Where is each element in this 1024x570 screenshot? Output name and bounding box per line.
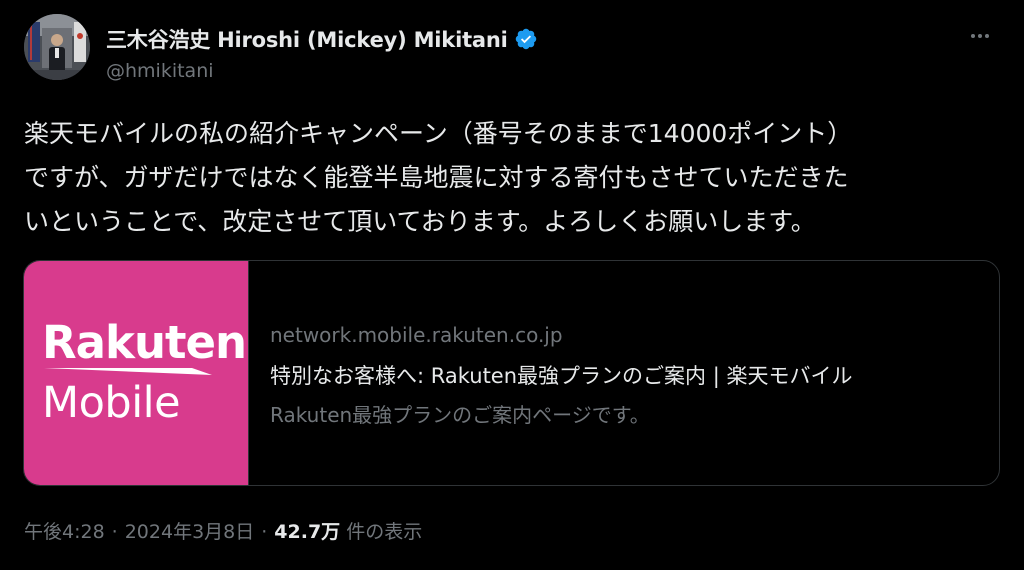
tweet-text: 楽天モバイルの私の紹介キャンペーン（番号そのままで14000ポイント） ですが、… <box>24 112 1004 244</box>
more-options-icon[interactable] <box>960 20 1000 52</box>
tweet-text-line: いということで、改定させて頂いております。よろしくお願いします。 <box>24 207 816 236</box>
author-name-row[interactable]: 三木谷浩史 Hiroshi (Mickey) Mikitani <box>106 24 538 54</box>
rakuten-logo-text: Rakuten <box>42 316 247 369</box>
author-display-name[interactable]: 三木谷浩史 Hiroshi (Mickey) Mikitani <box>106 24 508 54</box>
tweet-time-link[interactable]: 午後4:28 <box>24 517 105 544</box>
verified-badge-icon[interactable] <box>514 27 538 51</box>
meta-separator: · <box>261 521 268 543</box>
view-count[interactable]: 42.7万 <box>274 517 340 544</box>
card-title[interactable]: 特別なお客様へ: Rakuten最強プランのご案内 | 楽天モバイル <box>270 360 852 390</box>
tweet-date-link[interactable]: 2024年3月8日 <box>125 517 255 544</box>
link-card[interactable]: Rakuten Mobile network.mobile.rakuten.co… <box>23 260 1000 486</box>
avatar[interactable] <box>24 14 90 80</box>
card-thumbnail[interactable]: Rakuten Mobile <box>24 261 249 485</box>
tweet-text-line: ですが、ガザだけではなく能登半島地震に対する寄付もさせていただきた <box>24 163 849 192</box>
mobile-logo-text: Mobile <box>42 378 181 428</box>
tweet: 三木谷浩史 Hiroshi (Mickey) Mikitani @hmikita… <box>0 0 1024 570</box>
view-count-label: 件の表示 <box>346 521 423 543</box>
meta-separator: · <box>111 521 118 543</box>
tweet-text-line: 楽天モバイルの私の紹介キャンペーン（番号そのままで14000ポイント） <box>24 119 853 148</box>
card-description: Rakuten最強プランのご案内ページです。 <box>270 403 650 427</box>
rakuten-logo-swoosh-icon <box>44 368 212 375</box>
tweet-meta: 午後4:28 · 2024年3月8日 · 42.7万 件の表示 <box>24 517 422 544</box>
avatar-image <box>24 14 90 80</box>
card-domain[interactable]: network.mobile.rakuten.co.jp <box>270 323 563 347</box>
author-handle[interactable]: @hmikitani <box>106 60 214 82</box>
